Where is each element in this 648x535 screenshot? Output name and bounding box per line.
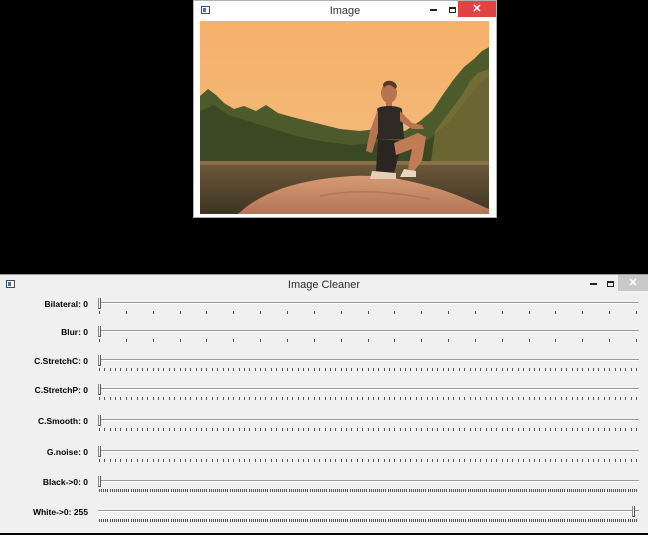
minimize-icon [589,282,597,285]
trackbar-label-csmooth: C.Smooth: 0 [37,416,88,426]
minimize-icon [429,8,437,11]
trackbar-thumb-bilateral[interactable] [98,298,101,309]
trackbar-label-blur: Blur: 0 [61,327,88,337]
image-window: Image ✕ [193,0,497,218]
trackbar-row-csmooth: C.Smooth: 0 [0,414,648,444]
trackbar-thumb-white0[interactable] [632,506,635,517]
minimize-button[interactable] [585,275,601,291]
cleaner-window-title: Image Cleaner [287,279,361,291]
cleaner-window-titlebar[interactable]: Image Cleaner ✕ [0,275,648,295]
maximize-button[interactable] [602,275,618,291]
trackbar-thumb-csmooth[interactable] [98,415,101,426]
trackbar-ticks-blur [99,339,637,342]
trackbar-ticks-cstretchc [99,368,637,371]
minimize-button[interactable] [426,1,440,17]
trackbar-ticks-cstretchp [99,397,637,400]
trackbar-label-bilateral: Bilateral: 0 [44,299,88,309]
close-button[interactable]: ✕ [618,275,648,291]
trackbar-ticks-bilateral [99,311,637,314]
trackbar-cstretchp[interactable] [98,388,639,390]
trackbar-ticks-white0 [99,519,637,522]
trackbar-ticks-black0 [99,489,637,492]
maximize-icon [606,280,614,287]
trackbar-thumb-cstretchp[interactable] [98,384,101,395]
trackbar-row-gnoise: G.noise: 0 [0,445,648,475]
trackbar-row-white0: White->0: 255 [0,505,648,535]
trackbar-row-blur: Blur: 0 [0,325,648,355]
trackbar-label-white0: White->0: 255 [32,507,88,517]
maximize-button[interactable] [445,1,459,17]
trackbar-row-cstretchp: C.StretchP: 0 [0,383,648,413]
image-cleaner-window: Image Cleaner ✕ Bilateral: 0 Blur: 0 C.Str… [0,274,648,533]
trackbar-label-cstretchp: C.StretchP: 0 [34,385,88,395]
trackbar-csmooth[interactable] [98,419,639,421]
trackbar-label-gnoise: G.noise: 0 [46,447,88,457]
trackbar-black0[interactable] [98,480,639,482]
trackbar-ticks-gnoise [99,459,637,462]
close-icon: ✕ [472,3,482,15]
trackbar-ticks-csmooth [99,428,637,431]
close-icon: ✕ [628,277,638,289]
trackbar-label-cstretchc: C.StretchC: 0 [34,356,88,366]
trackbar-blur[interactable] [98,330,639,332]
trackbar-thumb-black0[interactable] [98,476,101,487]
trackbar-thumb-gnoise[interactable] [98,446,101,457]
trackbar-white0[interactable] [98,510,639,512]
trackbar-row-bilateral: Bilateral: 0 [0,297,648,327]
trackbar-cstretchc[interactable] [98,359,639,361]
close-button[interactable]: ✕ [458,1,496,17]
trackbar-row-black0: Black->0: 0 [0,475,648,505]
maximize-icon [448,6,456,13]
photo-image [200,21,489,214]
trackbar-thumb-blur[interactable] [98,326,101,337]
image-window-titlebar[interactable]: Image ✕ [194,1,496,21]
trackbar-gnoise[interactable] [98,450,639,452]
trackbar-bilateral[interactable] [98,302,639,304]
trackbar-thumb-cstretchc[interactable] [98,355,101,366]
trackbar-row-cstretchc: C.StretchC: 0 [0,354,648,384]
trackbar-label-black0: Black->0: 0 [42,477,88,487]
